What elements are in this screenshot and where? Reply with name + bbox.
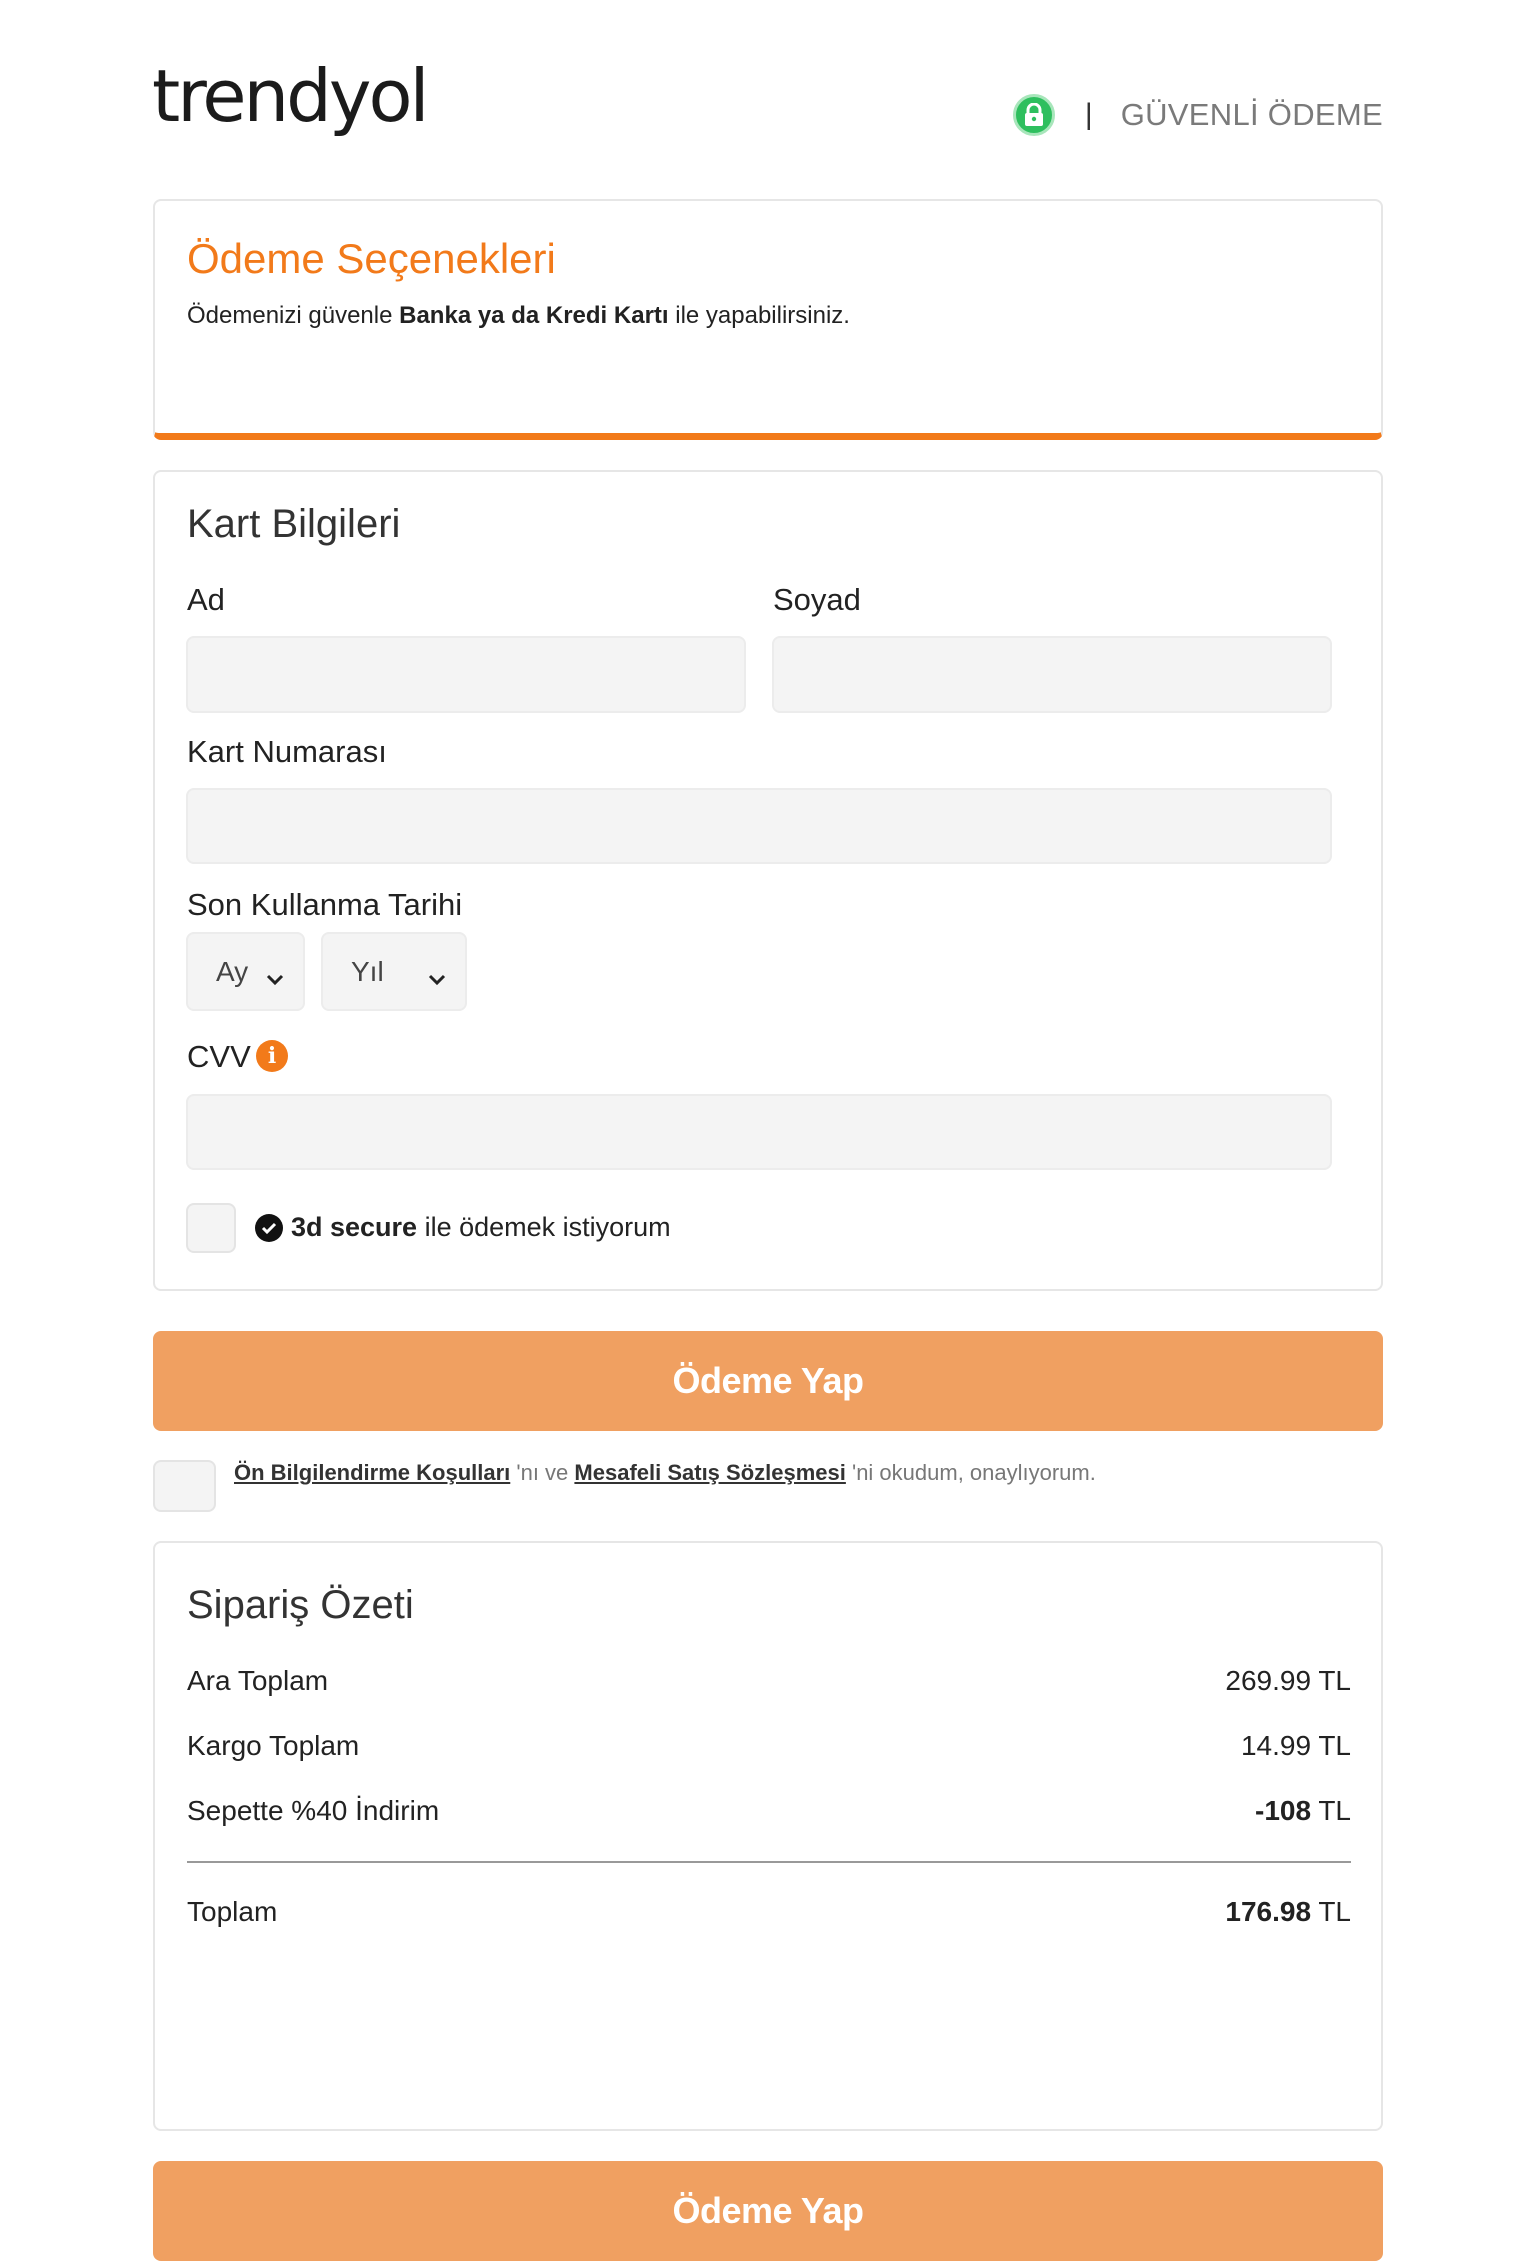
card-info-card: Kart Bilgileri Ad Soyad Kart Numarası So…	[153, 470, 1383, 1291]
currency: TL	[1311, 1795, 1351, 1826]
total-label: Toplam	[187, 1896, 278, 1927]
discount-label: Sepette %40 İndirim	[187, 1795, 440, 1826]
discount-amount: -108	[1255, 1795, 1312, 1826]
3d-secure-checkbox[interactable]	[186, 1203, 236, 1253]
order-summary-card: Sipariş Özeti Ara Toplam 269.99 TL Kargo…	[153, 1541, 1383, 2131]
trendyol-logo[interactable]: trendyol	[152, 60, 430, 132]
shipping-value: 14.99 TL	[1241, 1730, 1351, 1762]
shipping-amount: 14.99	[1240, 1730, 1312, 1761]
header-separator: |	[1084, 98, 1093, 131]
distance-sales-link[interactable]: Mesafeli Satış Sözleşmesi	[574, 1460, 845, 1485]
info-icon[interactable]: i	[256, 1040, 288, 1072]
year-select-value: Yıl	[351, 955, 384, 987]
currency: TL	[1311, 1896, 1351, 1927]
last-name-input[interactable]	[772, 636, 1332, 713]
secure-payment-indicator: | GÜVENLİ ÖDEME	[1012, 92, 1383, 138]
agreement-checkbox[interactable]	[153, 1460, 216, 1512]
card-number-label: Kart Numarası	[187, 734, 387, 769]
shipping-label: Kargo Toplam	[187, 1730, 360, 1761]
payment-options-card: Ödeme Seçenekleri Ödemenizi güvenle Bank…	[153, 199, 1383, 440]
chevron-down-icon	[427, 962, 447, 994]
discount-value: -108 TL	[1255, 1795, 1351, 1827]
total-value: 176.98 TL	[1225, 1896, 1351, 1928]
3d-secure-bold: 3d secure	[291, 1212, 418, 1242]
currency: TL	[1311, 1665, 1351, 1696]
desc-prefix: Ödemenizi güvenle	[187, 302, 400, 329]
chevron-down-icon	[265, 962, 285, 994]
order-summary-title: Sipariş Özeti	[187, 1583, 414, 1627]
subtotal-amount: 269.99	[1225, 1665, 1312, 1696]
pre-information-link[interactable]: Ön Bilgilendirme Koşulları	[234, 1460, 510, 1485]
expiry-year-select[interactable]: Yıl	[321, 932, 467, 1011]
agreement-mid: 'nı ve	[510, 1460, 575, 1485]
agreement-text: Ön Bilgilendirme Koşulları 'nı ve Mesafe…	[234, 1460, 1096, 1486]
check-circle-icon	[255, 1214, 283, 1242]
currency: TL	[1311, 1730, 1351, 1761]
cvv-input[interactable]	[186, 1094, 1332, 1170]
first-name-input[interactable]	[186, 636, 746, 713]
total-amount: 176.98	[1225, 1896, 1312, 1927]
desc-suffix: ile yapabilirsiniz.	[668, 302, 850, 329]
desc-bold: Banka ya da Kredi Kartı	[399, 302, 669, 329]
lock-icon	[1012, 94, 1055, 136]
3d-secure-text: ile ödemek istiyorum	[417, 1212, 671, 1242]
first-name-label: Ad	[187, 582, 225, 617]
summary-divider	[187, 1861, 1351, 1863]
checkout-page: trendyol | GÜVENLİ ÖDEME Ödeme Seçenekle…	[0, 0, 1536, 2261]
3d-secure-label: 3d secure ile ödemek istiyorum	[291, 1212, 671, 1243]
card-number-input[interactable]	[186, 788, 1332, 864]
cvv-label: CVV	[187, 1039, 251, 1074]
payment-options-description: Ödemenizi güvenle Banka ya da Kredi Kart…	[187, 302, 850, 330]
expiry-month-select[interactable]: Ay	[186, 932, 305, 1011]
subtotal-value: 269.99 TL	[1225, 1665, 1351, 1697]
last-name-label: Soyad	[773, 582, 861, 617]
subtotal-label: Ara Toplam	[187, 1665, 329, 1696]
agreement-suffix: 'ni okudum, onaylıyorum.	[845, 1460, 1096, 1485]
pay-button[interactable]: Ödeme Yap	[153, 1331, 1383, 1431]
payment-options-title: Ödeme Seçenekleri	[187, 235, 556, 282]
expiry-label: Son Kullanma Tarihi	[187, 887, 463, 922]
month-select-value: Ay	[216, 955, 249, 987]
secure-payment-text: GÜVENLİ ÖDEME	[1120, 97, 1383, 132]
card-info-title: Kart Bilgileri	[187, 502, 401, 546]
pay-button-bottom[interactable]: Ödeme Yap	[153, 2161, 1383, 2261]
